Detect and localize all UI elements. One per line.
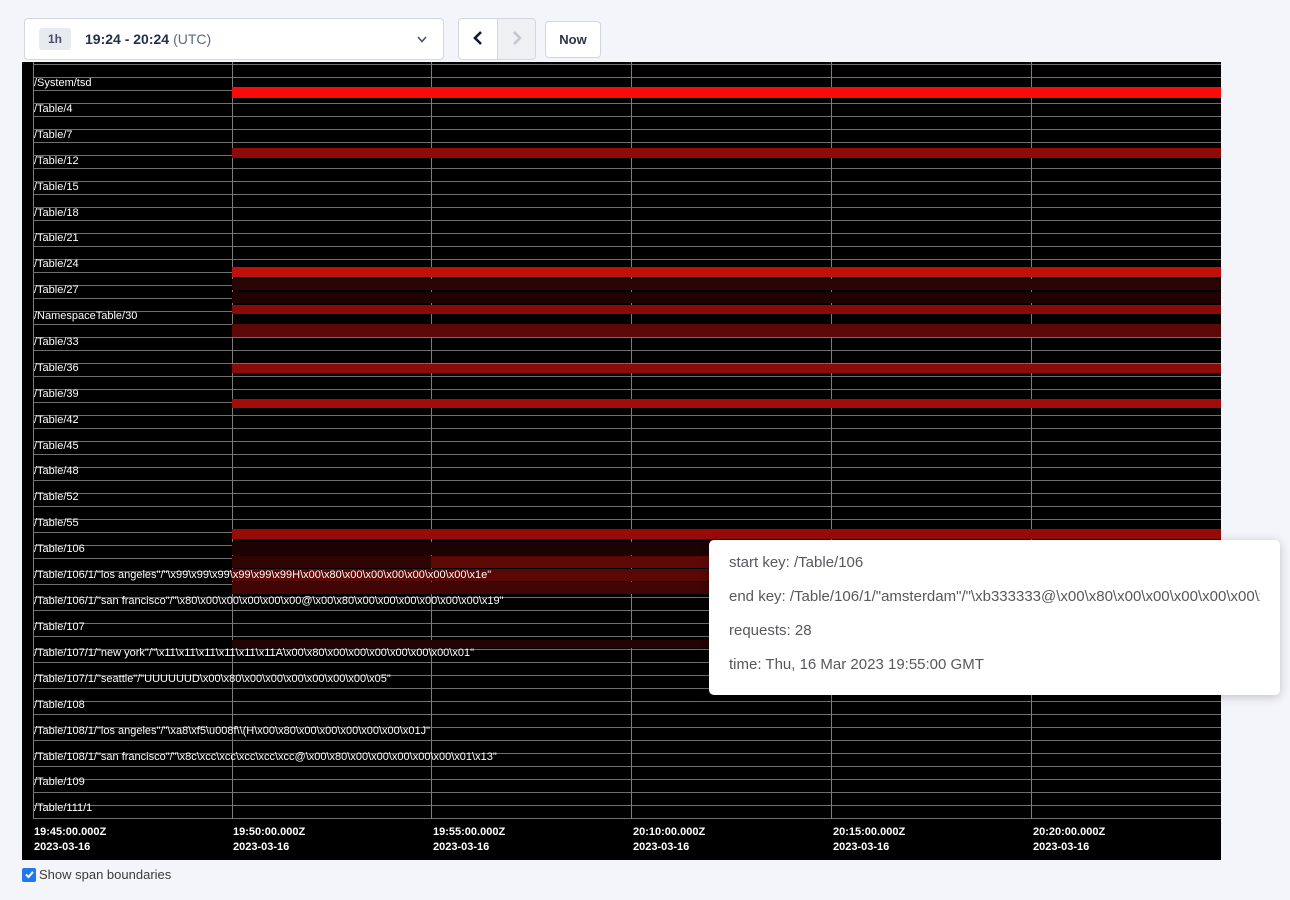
- span-boundary-vline: [232, 62, 233, 819]
- grid-hline: [33, 246, 1221, 247]
- row-label: /Table/4: [34, 103, 73, 115]
- show-span-boundaries-checkbox[interactable]: [22, 868, 36, 882]
- grid-hline: [33, 740, 1221, 741]
- x-axis-tick: 19:50:00.000Z2023-03-16: [233, 825, 305, 855]
- grid-hline: [33, 766, 1221, 767]
- grid-hline: [33, 415, 1221, 416]
- heat-band: [232, 529, 1221, 539]
- grid-hline: [33, 792, 1221, 793]
- grid-hline: [33, 389, 1221, 390]
- grid-hline: [33, 129, 1221, 130]
- chevron-right-icon: [510, 30, 524, 49]
- x-axis-tick: 20:20:00.000Z2023-03-16: [1033, 825, 1105, 855]
- tooltip-requests: requests: 28: [729, 621, 1260, 641]
- grid-hline: [33, 181, 1221, 182]
- now-button[interactable]: Now: [545, 21, 601, 58]
- heat-band: [232, 292, 1221, 303]
- grid-hline: [33, 64, 1221, 65]
- row-label: /Table/109: [34, 776, 85, 788]
- grid-hline: [33, 753, 1221, 754]
- grid-hline: [33, 480, 1221, 481]
- grid-hline: [33, 220, 1221, 221]
- span-boundary-vline: [1031, 62, 1032, 819]
- grid-hline: [33, 259, 1221, 260]
- grid-hline: [33, 454, 1221, 455]
- previous-interval-button[interactable]: [459, 19, 497, 59]
- grid-hline: [33, 142, 1221, 143]
- chevron-down-icon: [415, 32, 429, 46]
- grid-hline: [33, 727, 1221, 728]
- x-axis-tick: 20:15:00.000Z2023-03-16: [833, 825, 905, 855]
- grid-hline: [33, 701, 1221, 702]
- grid-hline: [33, 428, 1221, 429]
- time-nav-group: [458, 18, 536, 60]
- chevron-left-icon: [471, 30, 485, 49]
- heat-band: [232, 305, 1221, 314]
- span-boundary-vline: [431, 62, 432, 819]
- row-label: /System/tsd: [34, 77, 91, 89]
- grid-hline: [33, 337, 1221, 338]
- grid-hline: [33, 103, 1221, 104]
- grid-hline: [33, 77, 1221, 78]
- grid-hline: [33, 350, 1221, 351]
- heat-band: [232, 324, 1221, 337]
- row-label: /Table/15: [34, 181, 79, 193]
- tooltip-end-key: end key: /Table/106/1/"amsterdam"/"\xb33…: [729, 587, 1260, 607]
- tooltip-start-key: start key: /Table/106: [729, 553, 1260, 573]
- checkmark-icon: [24, 869, 35, 880]
- grid-hline: [33, 168, 1221, 169]
- heat-band: [232, 399, 1221, 408]
- heat-band: [232, 267, 1221, 277]
- grid-hline: [33, 493, 1221, 494]
- grid-hline: [33, 441, 1221, 442]
- time-window-badge: 1h: [39, 28, 71, 50]
- grid-hline: [33, 818, 1221, 819]
- grid-hline: [33, 714, 1221, 715]
- sample-tooltip: start key: /Table/106 end key: /Table/10…: [709, 540, 1280, 695]
- grid-hline: [33, 506, 1221, 507]
- x-axis-tick: 19:45:00.000Z2023-03-16: [34, 825, 106, 855]
- grid-hline: [33, 779, 1221, 780]
- show-span-boundaries-label: Show span boundaries: [39, 867, 171, 882]
- span-boundary-vline: [831, 62, 832, 819]
- grid-hline: [33, 233, 1221, 234]
- heat-band: [232, 87, 1221, 98]
- grid-hline: [33, 207, 1221, 208]
- grid-hline: [33, 116, 1221, 117]
- row-label: /Table/7: [34, 129, 73, 141]
- heat-band: [232, 556, 431, 568]
- grid-hline: [33, 805, 1221, 806]
- span-boundary-vline: [33, 62, 34, 819]
- next-interval-button[interactable]: [497, 19, 535, 59]
- timezone-label: (UTC): [173, 31, 211, 47]
- time-range-text: 19:24 - 20:24: [85, 31, 169, 47]
- heat-band: [232, 148, 1221, 158]
- heat-band: [232, 364, 1221, 373]
- key-visualizer-canvas[interactable]: /System/tsd/Table/4/Table/7/Table/12/Tab…: [22, 62, 1221, 860]
- footer-controls: Show span boundaries: [22, 867, 171, 882]
- grid-hline: [33, 467, 1221, 468]
- grid-hline: [33, 376, 1221, 377]
- span-boundary-vline: [631, 62, 632, 819]
- grid-hline: [33, 519, 1221, 520]
- row-label: /Table/111/1: [34, 802, 92, 814]
- time-range-selector[interactable]: 1h 19:24 - 20:24 (UTC): [24, 18, 444, 60]
- row-label: /Table/18: [34, 207, 79, 219]
- grid-hline: [33, 194, 1221, 195]
- row-label: /Table/12: [34, 155, 79, 167]
- x-axis-tick: 19:55:00.000Z2023-03-16: [433, 825, 505, 855]
- tooltip-time: time: Thu, 16 Mar 2023 19:55:00 GMT: [729, 655, 1260, 675]
- x-axis-tick: 20:10:00.000Z2023-03-16: [633, 825, 705, 855]
- heat-band: [232, 279, 1221, 290]
